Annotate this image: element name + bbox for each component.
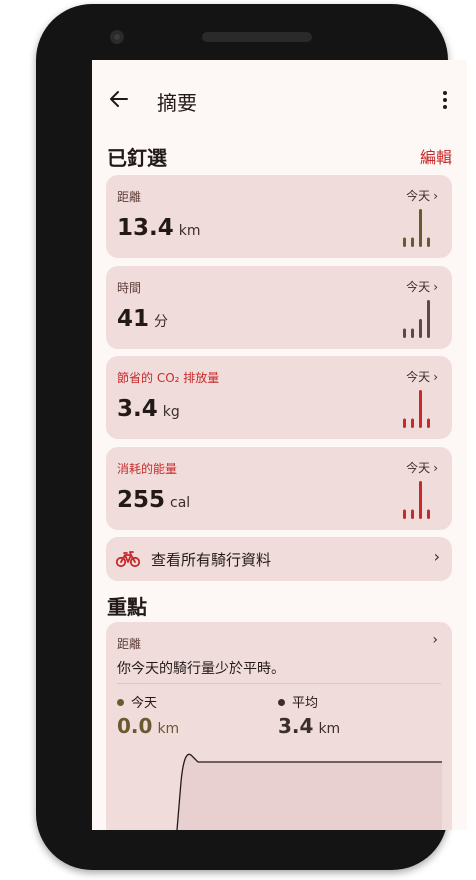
more-vert-icon[interactable] (433, 89, 457, 111)
pinned-card-co2[interactable]: 節省的 CO₂ 排放量 今天 › 3.4 kg (106, 356, 452, 439)
mini-bar (419, 390, 422, 428)
chevron-right-icon: › (433, 189, 438, 203)
card-label: 消耗的能量 (117, 462, 178, 476)
card-value: 255 cal (117, 487, 190, 513)
chevron-right-icon: › (433, 370, 438, 384)
mini-bar (427, 509, 430, 519)
period-selector[interactable]: 今天 › (406, 187, 438, 204)
mini-bar (403, 328, 406, 338)
today-value: 0.0 km (117, 714, 179, 738)
mini-bar (411, 418, 414, 428)
phone-frame: 摘要 已釘選 編輯 距離 今天 › 13.4 km 時間 今天 › 41 分 節省的 C… (36, 4, 467, 870)
highlight-label: 距離 (117, 637, 142, 651)
value-unit: 分 (154, 314, 169, 330)
chevron-right-icon: › (433, 547, 440, 566)
mini-bar (427, 418, 430, 428)
card-label: 距離 (117, 190, 142, 204)
card-label: 節省的 CO₂ 排放量 (117, 371, 220, 385)
divider (117, 683, 441, 684)
mini-bar (427, 300, 430, 338)
chevron-right-icon: › (433, 461, 438, 475)
average-area (177, 754, 442, 830)
value-unit: kg (162, 404, 180, 420)
comparison-area-chart (176, 753, 442, 830)
period-selector[interactable]: 今天 › (406, 368, 438, 385)
pinned-card-time[interactable]: 時間 今天 › 41 分 (106, 266, 452, 349)
period-label: 今天 (406, 280, 431, 294)
highlights-section-title: 重點 (107, 595, 147, 619)
mini-bar (419, 481, 422, 519)
period-selector[interactable]: 今天 › (406, 278, 438, 295)
bike-icon (116, 551, 140, 568)
pinned-card-distance[interactable]: 距離 今天 › 13.4 km (106, 175, 452, 258)
card-value: 3.4 kg (117, 396, 180, 422)
mini-bar (419, 209, 422, 247)
legend-today: 今天 (117, 692, 157, 711)
average-value: 3.4 km (278, 714, 340, 738)
legend-dot (117, 699, 124, 706)
mini-bar (403, 237, 406, 247)
front-camera (110, 30, 124, 44)
highlight-card-distance[interactable]: 距離 › 你今天的騎行量少於平時。 今天 平均 0.0 km 3.4 km (106, 622, 452, 830)
period-label: 今天 (406, 370, 431, 384)
app-bar: 摘要 (92, 60, 467, 140)
legend-dot (278, 699, 285, 706)
page-title: 摘要 (157, 91, 197, 115)
mini-bar (411, 237, 414, 247)
period-label: 今天 (406, 189, 431, 203)
mini-bar (427, 237, 430, 247)
value-number: 41 (117, 306, 150, 332)
average-number: 3.4 (278, 714, 314, 738)
card-value: 13.4 km (117, 215, 201, 241)
today-unit: km (157, 721, 180, 737)
mini-bar (411, 328, 414, 338)
average-unit: km (318, 721, 341, 737)
edit-button[interactable]: 編輯 (420, 144, 452, 168)
value-number: 255 (117, 487, 166, 513)
legend-average-label: 平均 (292, 696, 319, 711)
value-number: 13.4 (117, 215, 174, 241)
card-value: 41 分 (117, 306, 168, 332)
card-label: 時間 (117, 281, 142, 295)
value-unit: km (178, 223, 201, 239)
highlight-message: 你今天的騎行量少於平時。 (117, 661, 285, 677)
value-unit: cal (170, 495, 191, 511)
mini-bar-chart (403, 209, 430, 247)
earpiece-speaker (202, 32, 312, 42)
period-selector[interactable]: 今天 › (406, 459, 438, 476)
value-number: 3.4 (117, 396, 158, 422)
mini-bar-chart (403, 390, 430, 428)
today-number: 0.0 (117, 714, 153, 738)
view-all-rides-label: 查看所有騎行資料 (151, 551, 272, 569)
mini-bar (403, 509, 406, 519)
chevron-right-icon: › (433, 280, 438, 294)
back-arrow-icon[interactable] (108, 88, 130, 110)
mini-bar (419, 319, 422, 338)
mini-bar (411, 509, 414, 519)
chevron-right-icon: › (432, 632, 438, 648)
mini-bar-chart (403, 481, 430, 519)
legend-today-label: 今天 (131, 696, 158, 711)
legend-average: 平均 (278, 692, 318, 711)
pinned-card-energy[interactable]: 消耗的能量 今天 › 255 cal (106, 447, 452, 530)
mini-bar (403, 418, 406, 428)
mini-bar-chart (403, 300, 430, 338)
period-label: 今天 (406, 461, 431, 475)
screen: 摘要 已釘選 編輯 距離 今天 › 13.4 km 時間 今天 › 41 分 節省的 C… (92, 60, 467, 830)
pinned-section-title: 已釘選 (107, 146, 167, 170)
view-all-rides-button[interactable]: 查看所有騎行資料 › (106, 537, 452, 581)
